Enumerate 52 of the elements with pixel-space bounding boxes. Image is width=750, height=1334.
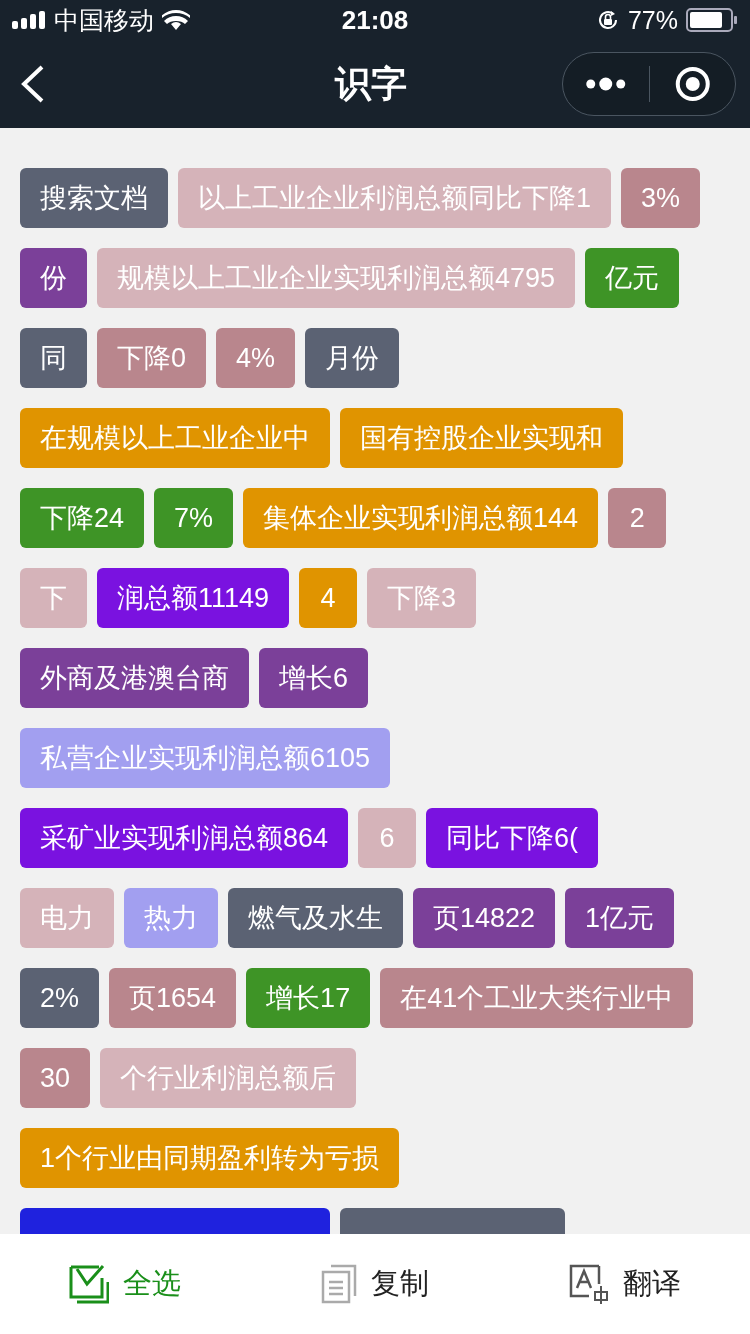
document-icon (321, 1264, 357, 1304)
word-tag[interactable]: 1亿元 (565, 888, 675, 948)
signal-icon (12, 11, 46, 29)
toolbar-button[interactable]: 翻译 (500, 1264, 750, 1304)
word-tag[interactable]: 1个行业由同期盈利转为亏损 (20, 1128, 400, 1188)
word-tag[interactable]: 亿元 (585, 248, 680, 308)
word-tag[interactable]: 7% (154, 488, 234, 548)
toolbar-button[interactable]: 复制 (250, 1264, 500, 1304)
word-tag[interactable]: 在规模以上工业企业中 (20, 408, 330, 468)
word-tag[interactable]: 个行业利润总额后 (100, 1048, 357, 1108)
word-tag[interactable]: 4 (299, 568, 358, 628)
page-title: 识字 (335, 62, 407, 104)
word-tag[interactable]: 集体企业实现利润总额144 (243, 488, 599, 548)
word-tag[interactable]: 热力 (124, 888, 218, 948)
word-tag[interactable]: 份 (20, 248, 87, 308)
word-tag[interactable]: 以上工业企业利润总额同比下降1 (178, 168, 612, 228)
word-tag[interactable]: 同 (20, 328, 87, 388)
word-tag[interactable]: 页1654 (109, 968, 237, 1028)
back-icon[interactable] (20, 65, 46, 103)
word-tag[interactable]: 2 (608, 488, 667, 548)
word-tag[interactable]: 2% (20, 968, 100, 1028)
word-tag[interactable]: 增长6 (259, 648, 369, 708)
checkbox-icon (69, 1264, 109, 1304)
carrier-name: 中国移动 (54, 4, 154, 36)
word-tag[interactable]: 规模以上工业企业实现利润总额4795 (97, 248, 576, 308)
word-tag[interactable]: 采矿业实现利润总额864 (20, 808, 349, 868)
word-tag[interactable]: 下降24 (20, 488, 145, 548)
clock-time: 21:08 (341, 4, 409, 35)
word-tag[interactable]: 润总额11149 (97, 568, 290, 628)
word-tag[interactable]: 下降0 (97, 328, 207, 388)
battery-percent: 77% (627, 5, 678, 35)
word-tag[interactable]: 电力 (20, 888, 114, 948)
word-tag[interactable]: 月份 (305, 328, 400, 388)
word-tag[interactable]: 增长17 (246, 968, 371, 1028)
word-tag[interactable]: 4% (216, 328, 296, 388)
word-tag[interactable]: 下降3 (367, 568, 477, 628)
word-tag[interactable]: 3% (621, 168, 701, 228)
word-tag[interactable]: 同比下降6( (426, 808, 599, 868)
word-tag[interactable]: 国有控股企业实现和 (340, 408, 623, 468)
toolbar-button[interactable]: 全选 (0, 1264, 250, 1304)
word-tag[interactable]: 在41个工业大类行业中 (380, 968, 694, 1028)
wifi-icon (162, 10, 190, 30)
word-tag[interactable]: 搜索文档 (20, 168, 168, 228)
word-tag[interactable]: 30 (20, 1048, 91, 1108)
word-tag[interactable]: 外商及港澳台商 (20, 648, 249, 708)
translate-icon (569, 1264, 609, 1304)
word-tag[interactable]: 下 (20, 568, 87, 628)
word-tag[interactable]: 页14822 (413, 888, 556, 948)
word-tag[interactable]: 私营企业实现利润总额6105 (20, 728, 391, 788)
battery-icon (686, 8, 738, 32)
word-tag[interactable]: 6 (358, 808, 417, 868)
word-tag[interactable]: 燃气及水生 (228, 888, 403, 948)
